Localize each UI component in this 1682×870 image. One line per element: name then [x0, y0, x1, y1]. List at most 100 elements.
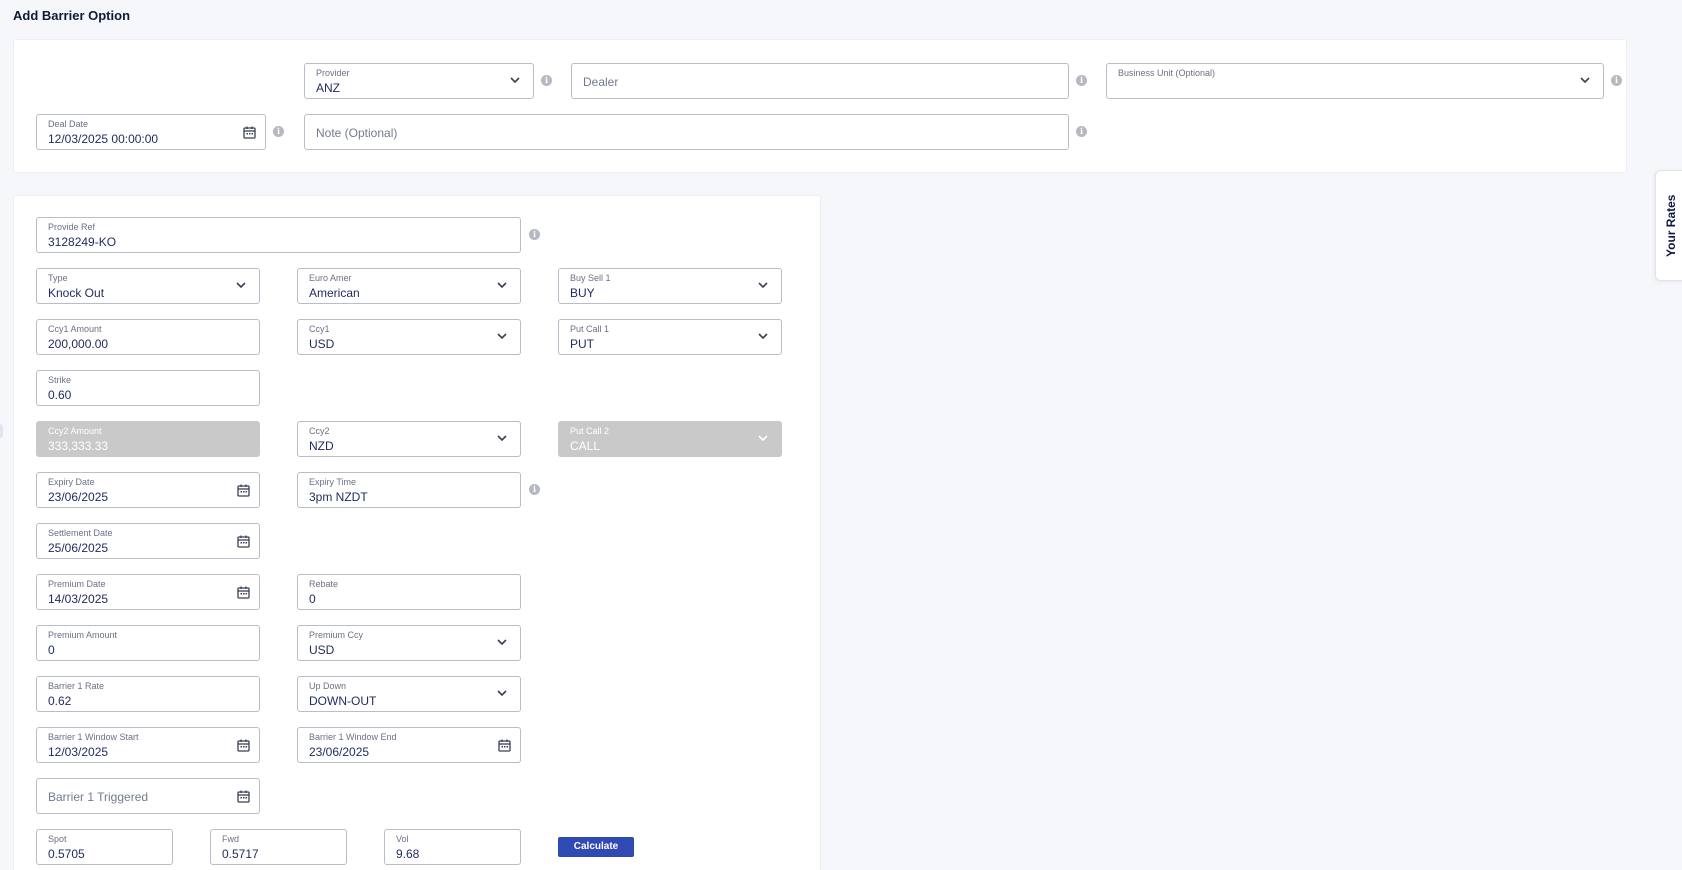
barrier-1-window-end-value: 23/06/2025 [309, 745, 370, 759]
chevron-down-icon [497, 333, 507, 340]
ccy2-amount-value: 333,333.33 [48, 439, 109, 453]
your-rates-label: Your Rates [1664, 194, 1678, 257]
info-icon: i [529, 229, 540, 240]
barrier-1-window-end-label: Barrier 1 Window End [309, 732, 397, 742]
put-call-1-select[interactable]: Put Call 1 PUT [558, 319, 782, 355]
expiry-date-input[interactable]: Expiry Date 23/06/2025 [36, 472, 260, 508]
ccy1-amount-input[interactable]: Ccy1 Amount 200,000.00 [36, 319, 260, 355]
up-down-value: DOWN-OUT [309, 694, 377, 708]
deal-date-input[interactable]: Deal Date 12/03/2025 00:00:00 [36, 114, 266, 150]
expiry-time-input[interactable]: Expiry Time 3pm NZDT [297, 472, 521, 508]
barrier-1-triggered-input[interactable]: Barrier 1 Triggered [36, 778, 260, 814]
collapse-handle[interactable] [0, 424, 3, 438]
expiry-time-value: 3pm NZDT [309, 490, 368, 504]
barrier-1-triggered-placeholder: Barrier 1 Triggered [48, 790, 149, 804]
chevron-down-icon [497, 639, 507, 646]
rebate-value: 0 [309, 592, 316, 606]
settlement-date-input[interactable]: Settlement Date 25/06/2025 [36, 523, 260, 559]
chevron-down-icon [1580, 77, 1590, 84]
spot-input[interactable]: Spot 0.5705 [36, 829, 173, 865]
provider-label: Provider [316, 68, 350, 78]
barrier-1-window-start-value: 12/03/2025 [48, 745, 109, 759]
info-icon: i [1076, 126, 1087, 137]
strike-input[interactable]: Strike 0.60 [36, 370, 260, 406]
page-title: Add Barrier Option [13, 8, 131, 23]
ccy2-amount-input: Ccy2 Amount 333,333.33 [36, 421, 260, 457]
strike-label: Strike [48, 375, 72, 385]
premium-ccy-label: Premium Ccy [309, 630, 364, 640]
barrier-1-rate-value: 0.62 [48, 694, 72, 708]
spot-label: Spot [48, 834, 67, 844]
chevron-down-icon [758, 282, 768, 289]
calendar-icon[interactable] [237, 535, 250, 548]
info-icon: i [529, 484, 540, 495]
deal-header-card [13, 39, 1627, 173]
fwd-input[interactable]: Fwd 0.5717 [210, 829, 347, 865]
ccy2-value: NZD [309, 439, 334, 453]
type-select[interactable]: Type Knock Out [36, 268, 260, 304]
fwd-label: Fwd [222, 834, 240, 844]
up-down-select[interactable]: Up Down DOWN-OUT [297, 676, 521, 712]
buy-sell-1-select[interactable]: Buy Sell 1 BUY [558, 268, 782, 304]
provide-ref-input[interactable]: Provide Ref 3128249-KO [36, 217, 521, 253]
premium-date-input[interactable]: Premium Date 14/03/2025 [36, 574, 260, 610]
ccy1-amount-value: 200,000.00 [48, 337, 109, 351]
barrier-1-rate-label: Barrier 1 Rate [48, 681, 105, 691]
calendar-icon[interactable] [237, 586, 250, 599]
provider-value: ANZ [316, 81, 340, 95]
premium-amount-label: Premium Amount [48, 630, 118, 640]
premium-date-label: Premium Date [48, 579, 106, 589]
premium-amount-input[interactable]: Premium Amount 0 [36, 625, 260, 661]
expiry-date-value: 23/06/2025 [48, 490, 109, 504]
barrier-1-window-end-input[interactable]: Barrier 1 Window End 23/06/2025 [297, 727, 521, 763]
note-placeholder: Note (Optional) [316, 126, 398, 140]
put-call-2-value: CALL [570, 439, 601, 453]
deal-date-value: 12/03/2025 00:00:00 [48, 132, 159, 146]
info-icon: i [1611, 75, 1622, 86]
rebate-label: Rebate [309, 579, 339, 589]
calendar-icon[interactable] [498, 739, 511, 752]
premium-ccy-select[interactable]: Premium Ccy USD [297, 625, 521, 661]
euro-amer-label: Euro Amer [309, 273, 352, 283]
barrier-1-window-start-input[interactable]: Barrier 1 Window Start 12/03/2025 [36, 727, 260, 763]
ccy1-value: USD [309, 337, 335, 351]
premium-amount-value: 0 [48, 643, 55, 657]
ccy1-label: Ccy1 [309, 324, 330, 334]
rebate-input[interactable]: Rebate 0 [297, 574, 521, 610]
barrier-1-rate-input[interactable]: Barrier 1 Rate 0.62 [36, 676, 260, 712]
business-unit-select[interactable]: Business Unit (Optional) [1106, 63, 1604, 99]
calendar-icon[interactable] [237, 790, 250, 803]
info-icon: i [273, 126, 284, 137]
ccy2-select[interactable]: Ccy2 NZD [297, 421, 521, 457]
provider-select[interactable]: Provider ANZ [304, 63, 534, 99]
put-call-1-label: Put Call 1 [570, 324, 610, 334]
chevron-down-icon [497, 690, 507, 697]
type-value: Knock Out [48, 286, 105, 300]
info-icon: i [541, 75, 552, 86]
put-call-2-select: Put Call 2 CALL [558, 421, 782, 457]
calculate-button[interactable]: Calculate [558, 837, 634, 857]
premium-date-value: 14/03/2025 [48, 592, 109, 606]
calendar-icon[interactable] [237, 484, 250, 497]
calendar-icon[interactable] [237, 739, 250, 752]
vol-input[interactable]: Vol 9.68 [384, 829, 521, 865]
spot-value: 0.5705 [48, 847, 85, 861]
calendar-icon[interactable] [243, 126, 256, 139]
barrier-1-window-start-label: Barrier 1 Window Start [48, 732, 139, 742]
note-input[interactable]: Note (Optional) [304, 114, 1069, 150]
provide-ref-label: Provide Ref [48, 222, 96, 232]
business-unit-label: Business Unit (Optional) [1118, 68, 1216, 78]
ccy2-amount-label: Ccy2 Amount [48, 426, 102, 436]
ccy2-label: Ccy2 [309, 426, 330, 436]
provide-ref-value: 3128249-KO [48, 235, 117, 249]
dealer-input[interactable]: Dealer [571, 63, 1069, 99]
expiry-date-label: Expiry Date [48, 477, 95, 487]
premium-ccy-value: USD [309, 643, 335, 657]
euro-amer-select[interactable]: Euro Amer American [297, 268, 521, 304]
dealer-placeholder: Dealer [583, 75, 619, 89]
put-call-1-value: PUT [570, 337, 594, 351]
expiry-time-label: Expiry Time [309, 477, 357, 487]
ccy1-select[interactable]: Ccy1 USD [297, 319, 521, 355]
chevron-down-icon [758, 435, 768, 442]
your-rates-tab[interactable]: Your Rates [1655, 170, 1682, 281]
